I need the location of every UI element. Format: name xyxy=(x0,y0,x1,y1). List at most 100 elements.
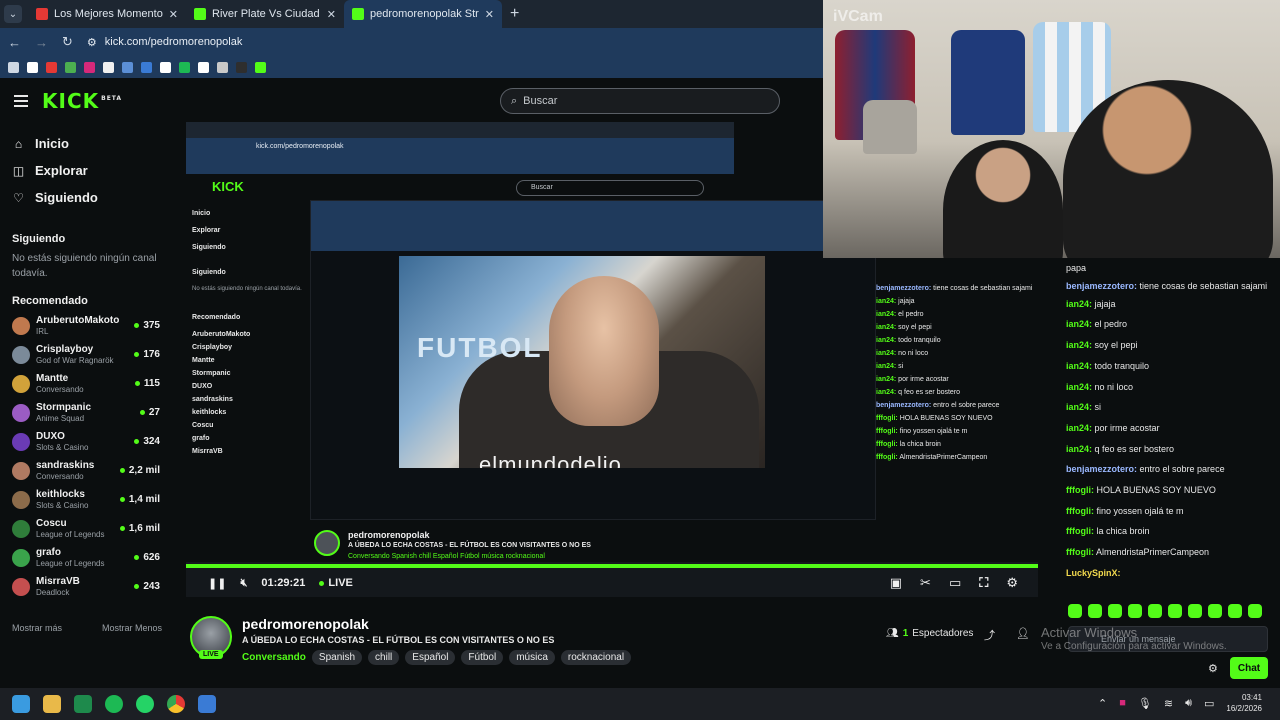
sidebar-item-explorar[interactable]: ◫ Explorar xyxy=(0,157,172,184)
windows-start-icon[interactable] xyxy=(12,695,30,713)
chat-username[interactable]: benjamezzotero: xyxy=(1066,281,1137,291)
recommended-channel[interactable]: Coscu League of Legends 1,6 mil xyxy=(0,514,172,543)
instagram-bookmark-icon[interactable] xyxy=(84,61,95,73)
stream-tag[interactable]: rocknacional xyxy=(560,650,632,665)
chat-send-button[interactable]: Chat xyxy=(1230,657,1268,679)
emote-icon[interactable] xyxy=(1248,604,1262,618)
bookmark-icon[interactable] xyxy=(236,61,247,73)
tray-expand-icon[interactable]: ⌃ xyxy=(1098,697,1107,710)
chat-username[interactable]: ian24: xyxy=(1066,444,1092,454)
chat-username[interactable]: benjamezzotero: xyxy=(1066,464,1137,474)
stream-tag[interactable]: chill xyxy=(368,650,400,665)
url-field[interactable]: ⚙ kick.com/pedromorenopolak xyxy=(87,36,242,49)
bookmark-icon[interactable] xyxy=(198,61,209,73)
fullscreen-icon[interactable]: ⛶ xyxy=(979,575,988,591)
bookmark-icon[interactable] xyxy=(160,61,171,73)
recommended-channel[interactable]: Crisplayboy God of War Ragnarök 176 xyxy=(0,340,172,369)
tab-close-icon[interactable]: ✕ xyxy=(327,8,336,21)
kick-logo[interactable]: KICK BETA xyxy=(42,89,122,113)
show-more-link[interactable]: Mostrar más xyxy=(12,623,62,633)
reload-icon[interactable]: ↻ xyxy=(62,34,73,50)
chat-username[interactable]: ian24: xyxy=(1066,361,1092,371)
menu-icon[interactable] xyxy=(14,95,28,107)
chat-username[interactable]: fffogli: xyxy=(1066,526,1094,536)
file-explorer-icon[interactable] xyxy=(43,695,61,713)
store-app-icon[interactable] xyxy=(74,695,92,713)
stream-tag[interactable]: Spanish xyxy=(311,650,363,665)
tab-close-icon[interactable]: ✕ xyxy=(485,8,494,21)
sidebar-item-siguiendo[interactable]: ♡ Siguiendo xyxy=(0,184,172,211)
forward-icon[interactable]: → xyxy=(35,35,48,50)
bookmark-icon[interactable] xyxy=(27,61,38,73)
chat-username[interactable]: ian24: xyxy=(1066,299,1092,309)
chrome-icon[interactable] xyxy=(167,695,185,713)
bookmark-icon[interactable] xyxy=(217,61,228,73)
emote-icon[interactable] xyxy=(1228,604,1242,618)
emote-icon[interactable] xyxy=(1068,604,1082,618)
site-info-icon[interactable]: ⚙ xyxy=(87,36,97,49)
stream-tag[interactable]: Fútbol xyxy=(461,650,504,665)
sidebar-item-inicio[interactable]: ⌂ Inicio xyxy=(0,130,172,157)
emote-icon[interactable] xyxy=(1108,604,1122,618)
recommended-channel[interactable]: keithlocks Slots & Casino 1,4 mil xyxy=(0,485,172,514)
channel-name[interactable]: pedromorenopolak xyxy=(242,616,369,632)
youtube-bookmark-icon[interactable] xyxy=(46,61,57,73)
recommended-channel[interactable]: AruberutoMakoto IRL 375 xyxy=(0,311,172,340)
stream-tag[interactable]: música xyxy=(509,650,555,665)
battery-icon[interactable]: ▭ xyxy=(1204,697,1214,710)
chat-settings-icon[interactable]: ⚙ xyxy=(1208,662,1218,675)
chat-username[interactable]: ian24: xyxy=(1066,423,1092,433)
back-icon[interactable]: ← xyxy=(8,35,21,50)
tab-search-icon[interactable]: ⌄ xyxy=(4,5,22,23)
follow-icon[interactable]: 👤︎ xyxy=(1016,627,1030,640)
taskbar-clock[interactable]: 03:41 16/2/2026 xyxy=(1226,692,1262,714)
spotify-bookmark-icon[interactable] xyxy=(179,61,190,73)
mute-icon[interactable]: 🔇︎ xyxy=(240,577,247,590)
chat-username[interactable]: ian24: xyxy=(1066,382,1092,392)
category-link[interactable]: Conversando xyxy=(242,652,306,663)
pause-icon[interactable]: ❚❚ xyxy=(208,577,226,590)
chat-username[interactable]: ian24: xyxy=(1066,340,1092,350)
recommended-channel[interactable]: DUXO Slots & Casino 324 xyxy=(0,427,172,456)
tab-close-icon[interactable]: ✕ xyxy=(169,8,178,21)
chat-username[interactable]: ian24: xyxy=(1066,319,1092,329)
microphone-icon[interactable]: 🎙︎ xyxy=(1138,697,1152,710)
kick-bookmark-icon[interactable] xyxy=(255,61,266,73)
share-icon[interactable]: ⤴ xyxy=(984,627,995,643)
emote-icon[interactable] xyxy=(1128,604,1142,618)
chat-username[interactable]: fffogli: xyxy=(1066,485,1094,495)
tray-app-icon[interactable]: ■ xyxy=(1119,697,1126,709)
browser-tab-2[interactable]: River Plate Vs Ciudad De Boliv ✕ xyxy=(186,0,344,28)
emote-icon[interactable] xyxy=(1208,604,1222,618)
show-less-link[interactable]: Mostrar Menos xyxy=(102,623,162,633)
new-tab-icon[interactable]: + xyxy=(510,5,519,23)
recommended-channel[interactable]: Mantte Conversando 115 xyxy=(0,369,172,398)
apps-icon[interactable] xyxy=(8,61,19,73)
chat-username[interactable]: fffogli: xyxy=(1066,506,1094,516)
recommended-channel[interactable]: Stormpanic Anime Squad 27 xyxy=(0,398,172,427)
browser-tab-3-active[interactable]: pedromorenopolak Stream - W ✕ xyxy=(344,0,502,28)
emote-icon[interactable] xyxy=(1088,604,1102,618)
theater-mode-icon[interactable]: ▭ xyxy=(949,575,961,591)
clip-icon[interactable]: ✂ xyxy=(920,575,931,591)
ivcam-icon[interactable] xyxy=(198,695,216,713)
stream-tag[interactable]: Español xyxy=(405,650,456,665)
recommended-channel[interactable]: sandraskins Conversando 2,2 mil xyxy=(0,456,172,485)
recommended-channel[interactable]: grafo League of Legends 626 xyxy=(0,543,172,572)
miniplayer-icon[interactable]: ▣ xyxy=(890,575,902,591)
bookmark-icon[interactable] xyxy=(122,61,133,73)
spotify-icon[interactable] xyxy=(105,695,123,713)
search-input[interactable]: ⌕ Buscar xyxy=(500,88,780,114)
x-bookmark-icon[interactable] xyxy=(103,61,114,73)
browser-tab-1[interactable]: Los Mejores Momentos de Hon ✕ xyxy=(28,0,186,28)
chat-username[interactable]: ian24: xyxy=(1066,402,1092,412)
bookmark-icon[interactable] xyxy=(65,61,76,73)
emote-icon[interactable] xyxy=(1168,604,1182,618)
chat-username[interactable]: fffogli: xyxy=(1066,547,1094,557)
bookmark-icon[interactable] xyxy=(141,61,152,73)
settings-icon[interactable]: ⚙ xyxy=(1006,575,1018,591)
recommended-channel[interactable]: MisrraVB Deadlock 243 xyxy=(0,572,172,601)
emote-icon[interactable] xyxy=(1148,604,1162,618)
wifi-icon[interactable]: ≋ xyxy=(1164,697,1173,710)
volume-icon[interactable]: 🔊︎ xyxy=(1185,697,1192,710)
